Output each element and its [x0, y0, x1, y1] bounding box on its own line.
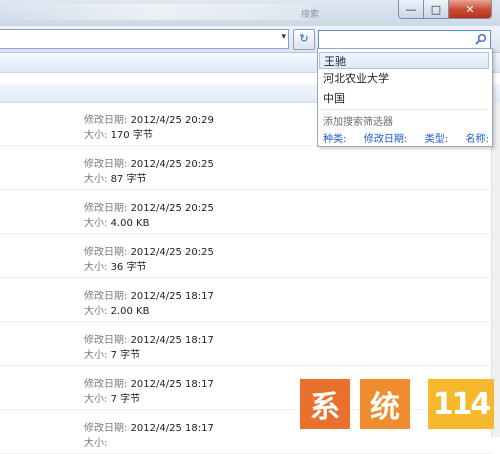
file-modified: 修改日期: 2012/4/25 18:17 [84, 423, 214, 434]
suggestion-item[interactable]: 河北农业大学 [319, 70, 489, 87]
title-bar-blur [0, 4, 310, 20]
refresh-icon: ↻ [299, 32, 309, 45]
window-controls: — □ ✕ [398, 0, 492, 19]
file-size: 大小: 170 字节 [84, 130, 153, 141]
search-input[interactable] [318, 30, 491, 49]
file-modified: 修改日期: 2012/4/25 20:25 [84, 159, 214, 170]
filter-type[interactable]: 类型: [425, 130, 448, 145]
file-modified: 修改日期: 2012/4/25 20:29 [84, 115, 214, 126]
logo-block-1: 系 [300, 379, 350, 429]
logo-block-3: 114 [428, 379, 494, 429]
address-bar[interactable]: ▾ [0, 29, 289, 49]
search-suggestions: 王驰 河北农业大学 中国 添加搜索筛选器 种类: 修改日期: 类型: 名称: [317, 48, 493, 147]
file-size: 大小: 7 字节 [84, 394, 141, 405]
close-button[interactable]: ✕ [449, 0, 492, 19]
filter-heading: 添加搜索筛选器 [323, 117, 393, 128]
file-item[interactable]: 修改日期: 2012/4/25 20:25 大小: 4.00 KB [0, 190, 492, 234]
suggestion-item[interactable]: 王驰 [319, 52, 489, 69]
file-size: 大小: 2.00 KB [84, 306, 150, 317]
refresh-button[interactable]: ↻ [293, 29, 315, 50]
window-title: 搜索 [301, 10, 320, 20]
address-dropdown-icon[interactable]: ▾ [281, 32, 286, 42]
dropdown-divider [322, 109, 488, 110]
title-bar: 搜索 — □ ✕ [0, 0, 500, 27]
file-size: 大小: 87 字节 [84, 174, 147, 185]
search-filters: 种类: 修改日期: 类型: 名称: [323, 130, 489, 145]
file-item[interactable]: 修改日期: 2012/4/25 20:25 大小: 87 字节 [0, 146, 492, 190]
file-item[interactable]: 修改日期: 2012/4/25 20:25 大小: 36 字节 [0, 234, 492, 278]
logo-block-2: 统 [360, 379, 410, 429]
file-item[interactable]: 修改日期: 2012/4/25 18:17 大小: 7 字节 [0, 322, 492, 366]
filter-date-modified[interactable]: 修改日期: [364, 130, 407, 145]
search-icon[interactable] [475, 33, 487, 45]
filter-name[interactable]: 名称: [466, 130, 489, 145]
suggestion-item[interactable]: 中国 [319, 90, 489, 107]
file-item[interactable]: 修改日期: 2012/4/25 18:17 大小: 2.00 KB [0, 278, 492, 322]
file-modified: 修改日期: 2012/4/25 20:25 [84, 247, 214, 258]
file-modified: 修改日期: 2012/4/25 18:17 [84, 291, 214, 302]
file-size: 大小: 36 字节 [84, 262, 147, 273]
filter-kind[interactable]: 种类: [323, 130, 346, 145]
watermark-logo: 系 统 114 [300, 379, 500, 437]
file-size: 大小: [84, 438, 108, 449]
file-modified: 修改日期: 2012/4/25 18:17 [84, 379, 214, 390]
file-size: 大小: 4.00 KB [84, 218, 150, 229]
file-modified: 修改日期: 2012/4/25 18:17 [84, 335, 214, 346]
file-size: 大小: 7 字节 [84, 350, 141, 361]
minimize-button[interactable]: — [398, 0, 424, 19]
file-modified: 修改日期: 2012/4/25 20:25 [84, 203, 214, 214]
maximize-button[interactable]: □ [424, 0, 449, 19]
